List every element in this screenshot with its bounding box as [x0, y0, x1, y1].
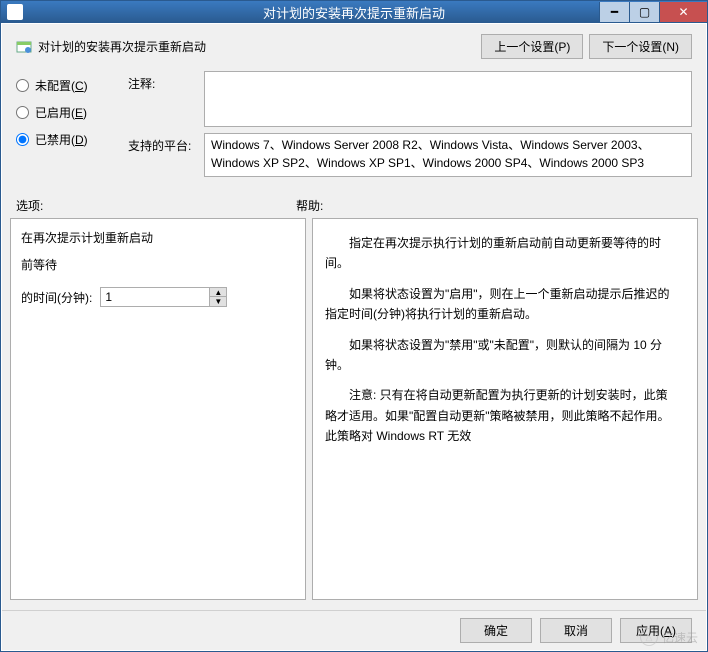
radio-disabled[interactable]: 已禁用(D): [16, 131, 128, 148]
close-button[interactable]: ✕: [659, 2, 707, 22]
previous-setting-button[interactable]: 上一个设置(P): [481, 34, 583, 59]
ok-button[interactable]: 确定: [460, 618, 532, 643]
help-paragraph-3: 如果将状态设置为"禁用"或"未配置"，则默认的间隔为 10 分钟。: [325, 335, 673, 376]
radio-not-configured[interactable]: 未配置(C): [16, 77, 128, 94]
supported-platforms-box[interactable]: Windows 7、Windows Server 2008 R2、Windows…: [204, 133, 692, 177]
maximize-button[interactable]: ▢: [629, 2, 659, 22]
radio-not-configured-input[interactable]: [16, 79, 29, 92]
spinner-label: 的时间(分钟):: [21, 289, 92, 306]
help-paragraph-1: 指定在再次提示执行计划的重新启动前自动更新要等待的时间。: [325, 233, 673, 274]
radio-not-configured-label: 未配置(C): [35, 77, 88, 94]
radio-disabled-label: 已禁用(D): [35, 131, 88, 148]
titlebar[interactable]: 对计划的安装再次提示重新启动 ━ ▢ ✕: [1, 1, 707, 23]
help-paragraph-2: 如果将状态设置为"启用"，则在上一个重新启动提示后推迟的指定时间(分钟)将执行计…: [325, 284, 673, 325]
policy-icon: [16, 39, 32, 55]
panels-row: 在再次提示计划重新启动 前等待 的时间(分钟): ▲ ▼ 指定在再次提示执行计划…: [2, 218, 706, 610]
dialog-footer: 确定 取消 应用(A): [2, 610, 706, 650]
help-paragraph-4: 注意: 只有在将自动更新配置为执行更新的计划安装时，此策略才适用。如果"配置自动…: [325, 385, 673, 446]
config-row: 未配置(C) 已启用(E) 已禁用(D) 注释: 支持的平台:: [2, 67, 706, 187]
cancel-button[interactable]: 取消: [540, 618, 612, 643]
wait-minutes-input[interactable]: [100, 287, 210, 307]
help-scroll[interactable]: 指定在再次提示执行计划的重新启动前自动更新要等待的时间。 如果将状态设置为"启用…: [313, 219, 697, 599]
spinner-up-button[interactable]: ▲: [210, 288, 226, 297]
radio-enabled[interactable]: 已启用(E): [16, 104, 128, 121]
window-controls: ━ ▢ ✕: [599, 2, 707, 22]
spinner-down-button[interactable]: ▼: [210, 297, 226, 306]
help-label: 帮助:: [296, 197, 323, 214]
help-panel: 指定在再次提示执行计划的重新启动前自动更新要等待的时间。 如果将状态设置为"启用…: [312, 218, 698, 600]
platform-label: 支持的平台:: [128, 133, 204, 177]
state-radio-group: 未配置(C) 已启用(E) 已禁用(D): [16, 71, 128, 183]
app-icon: [7, 4, 23, 20]
section-labels: 选项: 帮助:: [2, 187, 706, 218]
minimize-button[interactable]: ━: [599, 2, 629, 22]
radio-enabled-label: 已启用(E): [35, 104, 87, 121]
options-panel: 在再次提示计划重新启动 前等待 的时间(分钟): ▲ ▼: [10, 218, 306, 600]
option-text-line2: 前等待: [21, 256, 295, 273]
radio-disabled-input[interactable]: [16, 133, 29, 146]
policy-title: 对计划的安装再次提示重新启动: [38, 38, 206, 55]
options-label: 选项:: [16, 197, 296, 214]
window-title: 对计划的安装再次提示重新启动: [263, 3, 445, 22]
header-row: 对计划的安装再次提示重新启动 上一个设置(P) 下一个设置(N): [2, 24, 706, 67]
comment-textarea[interactable]: [204, 71, 692, 127]
radio-enabled-input[interactable]: [16, 106, 29, 119]
next-setting-button[interactable]: 下一个设置(N): [589, 34, 692, 59]
dialog-window: 对计划的安装再次提示重新启动 ━ ▢ ✕ 对计划的安装再次提示重新启动 上一个设…: [0, 0, 708, 652]
option-text-line1: 在再次提示计划重新启动: [21, 229, 295, 246]
comment-label: 注释:: [128, 71, 204, 127]
content-area: 对计划的安装再次提示重新启动 上一个设置(P) 下一个设置(N) 未配置(C) …: [1, 23, 707, 651]
wait-minutes-spinner[interactable]: ▲ ▼: [100, 287, 227, 307]
apply-button[interactable]: 应用(A): [620, 618, 692, 643]
